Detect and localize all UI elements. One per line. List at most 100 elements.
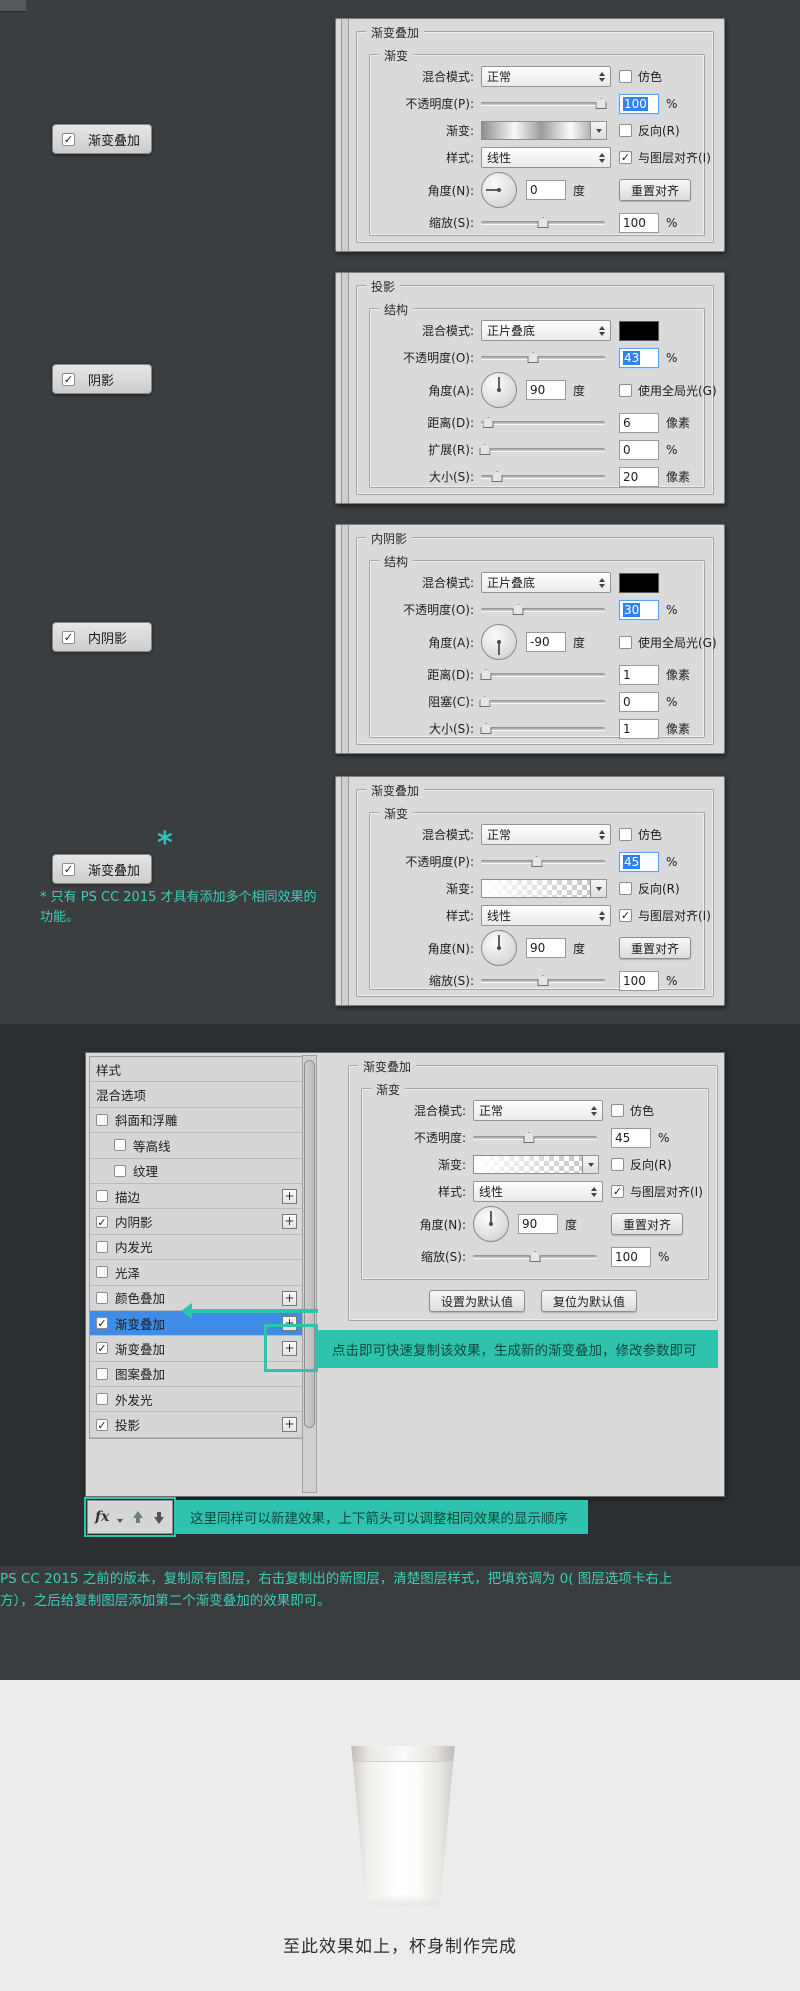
- style-list-item[interactable]: 纹理: [90, 1159, 302, 1184]
- reset-align-button[interactable]: 重置对齐: [611, 1213, 684, 1235]
- style-list-item[interactable]: 外发光: [90, 1387, 302, 1413]
- checkbox-icon[interactable]: [114, 1164, 126, 1177]
- duplicate-effect-button[interactable]: +: [282, 1188, 297, 1204]
- checkbox-icon[interactable]: ✓: [96, 1418, 108, 1431]
- checkbox-icon[interactable]: [96, 1266, 108, 1279]
- move-up-icon[interactable]: [131, 1510, 144, 1525]
- fx-icon[interactable]: fx: [95, 1509, 109, 1525]
- value-input[interactable]: 100: [619, 93, 659, 114]
- angle-dial[interactable]: [481, 372, 517, 408]
- effect-toggle-button[interactable]: ✓ 渐变叠加: [52, 124, 152, 154]
- value-input[interactable]: 0: [619, 691, 659, 712]
- angle-dial[interactable]: [481, 624, 517, 660]
- checkbox-icon[interactable]: [619, 635, 632, 649]
- caret-down-icon[interactable]: [117, 1519, 124, 1523]
- slider-thumb[interactable]: [529, 1251, 541, 1262]
- value-input[interactable]: 90: [526, 938, 566, 958]
- blend-mode-dropdown[interactable]: 正常: [481, 66, 611, 87]
- scrollbar[interactable]: [302, 1055, 317, 1493]
- reset-align-button[interactable]: 重置对齐: [619, 937, 692, 959]
- color-swatch[interactable]: [619, 320, 659, 341]
- slider-thumb[interactable]: [479, 444, 491, 455]
- gradient-dropdown-button[interactable]: [591, 879, 607, 898]
- gradient-preview[interactable]: [481, 121, 591, 140]
- blend-mode-dropdown[interactable]: 正常: [481, 824, 611, 845]
- checkbox-icon[interactable]: [611, 1104, 624, 1117]
- value-input[interactable]: 100: [619, 212, 659, 233]
- value-input[interactable]: 0: [619, 439, 659, 460]
- slider[interactable]: [479, 694, 605, 709]
- duplicate-effect-button[interactable]: +: [282, 1417, 297, 1433]
- checkbox-icon[interactable]: ✓: [62, 132, 75, 146]
- checkbox-icon[interactable]: [114, 1139, 126, 1152]
- style-list-item[interactable]: ✓ 投影 +: [90, 1412, 302, 1438]
- value-input[interactable]: 1: [619, 718, 659, 739]
- blend-mode-dropdown[interactable]: 线性: [473, 1181, 603, 1202]
- angle-dial[interactable]: [481, 172, 517, 208]
- value-input[interactable]: 1: [619, 664, 659, 685]
- slider-thumb[interactable]: [480, 669, 492, 680]
- checkbox-icon[interactable]: [619, 70, 632, 83]
- checkbox-icon[interactable]: [619, 882, 632, 895]
- slider[interactable]: [481, 415, 605, 430]
- scrollbar-thumb[interactable]: [304, 1060, 315, 1428]
- checkbox-icon[interactable]: [611, 1158, 624, 1171]
- set-default-button[interactable]: 设置为默认值: [428, 1290, 525, 1312]
- gradient-preview[interactable]: [481, 879, 591, 898]
- checkbox-icon[interactable]: ✓: [96, 1342, 108, 1355]
- angle-dial[interactable]: [473, 1206, 509, 1242]
- checkbox-icon[interactable]: [96, 1190, 108, 1203]
- value-input[interactable]: 43: [619, 347, 659, 368]
- slider-thumb[interactable]: [482, 417, 494, 428]
- checkbox-icon[interactable]: [619, 828, 632, 841]
- checkbox-icon[interactable]: ✓: [619, 151, 632, 164]
- checkbox-icon[interactable]: ✓: [96, 1215, 108, 1228]
- checkbox-icon[interactable]: [96, 1113, 108, 1126]
- effect-toggle-button[interactable]: ✓ 渐变叠加: [52, 854, 152, 884]
- slider[interactable]: [481, 854, 605, 869]
- slider-thumb[interactable]: [527, 352, 539, 363]
- value-input[interactable]: 100: [611, 1246, 651, 1267]
- blend-mode-dropdown[interactable]: 线性: [481, 905, 611, 926]
- checkbox-icon[interactable]: [96, 1393, 108, 1406]
- duplicate-effect-button[interactable]: +: [282, 1214, 297, 1230]
- slider[interactable]: [481, 973, 605, 988]
- style-list-item[interactable]: ✓ 内阴影 +: [90, 1209, 302, 1235]
- value-input[interactable]: 45: [619, 851, 659, 872]
- slider-thumb[interactable]: [480, 723, 492, 734]
- checkbox-icon[interactable]: [619, 383, 632, 397]
- style-list-item[interactable]: 光泽: [90, 1260, 302, 1286]
- value-input[interactable]: 30: [619, 599, 659, 620]
- slider-thumb[interactable]: [512, 604, 524, 615]
- blend-mode-dropdown[interactable]: 正片叠底: [481, 320, 611, 341]
- reset-align-button[interactable]: 重置对齐: [619, 179, 692, 201]
- value-input[interactable]: 90: [518, 1214, 558, 1234]
- slider-thumb[interactable]: [491, 471, 503, 482]
- value-input[interactable]: 6: [619, 412, 659, 433]
- checkbox-icon[interactable]: [96, 1367, 108, 1380]
- blend-mode-dropdown[interactable]: 线性: [481, 147, 611, 168]
- slider-thumb[interactable]: [523, 1132, 535, 1143]
- style-list-item[interactable]: 内发光: [90, 1235, 302, 1261]
- color-swatch[interactable]: [619, 572, 659, 593]
- checkbox-icon[interactable]: ✓: [62, 372, 75, 386]
- style-list-item[interactable]: 斜面和浮雕: [90, 1108, 302, 1134]
- slider-thumb[interactable]: [595, 98, 607, 109]
- checkbox-icon[interactable]: ✓: [62, 862, 75, 876]
- slider[interactable]: [481, 469, 605, 484]
- slider[interactable]: [481, 215, 605, 230]
- checkbox-icon[interactable]: ✓: [619, 909, 632, 922]
- checkbox-icon[interactable]: ✓: [611, 1185, 624, 1198]
- gradient-dropdown-button[interactable]: [591, 121, 607, 140]
- value-input[interactable]: 100: [619, 970, 659, 991]
- value-input[interactable]: 20: [619, 466, 659, 487]
- value-input[interactable]: -90: [526, 632, 566, 652]
- slider[interactable]: [480, 721, 605, 736]
- slider[interactable]: [481, 96, 607, 111]
- slider-thumb[interactable]: [537, 217, 549, 228]
- gradient-dropdown-button[interactable]: [583, 1155, 599, 1174]
- checkbox-icon[interactable]: [96, 1291, 108, 1304]
- blend-mode-dropdown[interactable]: 正常: [473, 1100, 603, 1121]
- angle-dial[interactable]: [481, 930, 517, 966]
- style-list-item[interactable]: 样式: [90, 1057, 302, 1083]
